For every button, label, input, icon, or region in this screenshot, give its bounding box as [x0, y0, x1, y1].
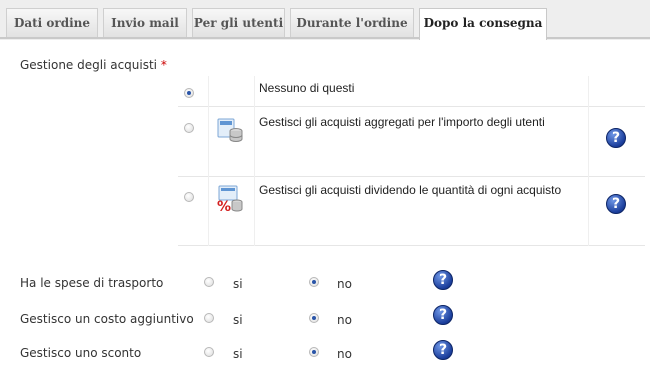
radio-discount-si[interactable] [204, 347, 214, 357]
database-stack-icon [216, 117, 244, 145]
percent-discount-icon: % [216, 184, 244, 215]
option-column-divider [208, 76, 209, 246]
option-label-aggregati: Gestisci gli acquisti aggregati per l'im… [259, 115, 545, 129]
option-divider [178, 245, 645, 246]
radio-additional-cost-si[interactable] [204, 313, 214, 323]
help-icon-discount[interactable]: ? [433, 340, 453, 360]
required-mark: * [160, 58, 167, 72]
option-label-nessuno: Nessuno di questi [259, 81, 355, 95]
tab-durante-ordine[interactable]: Durante l'ordine [290, 8, 414, 37]
tab-invio-mail[interactable]: Invio mail [103, 8, 187, 37]
help-icon-dividendo[interactable]: ? [606, 194, 626, 214]
radio-discount-no[interactable] [309, 347, 319, 357]
discount-label: Gestisco uno sconto [20, 346, 142, 360]
additional-cost-label: Gestisco un costo aggiuntivo [20, 312, 194, 326]
shipping-costs-label: Ha le spese di trasporto [20, 276, 164, 290]
additional-cost-no-label: no [337, 313, 352, 327]
radio-additional-cost-no[interactable] [309, 313, 319, 323]
option-column-divider [588, 76, 589, 246]
additional-cost-si-label: si [233, 313, 243, 327]
radio-aggregati[interactable] [184, 123, 194, 133]
tab-dati-ordine[interactable]: Dati ordine [6, 8, 98, 37]
discount-si-label: si [233, 347, 243, 361]
discount-no-label: no [337, 347, 352, 361]
tab-bar-divider [0, 37, 650, 39]
purchase-management-label-text: Gestione degli acquisti [20, 58, 158, 72]
option-divider [178, 106, 645, 107]
radio-dividendo[interactable] [184, 192, 194, 202]
purchase-management-label: Gestione degli acquisti * [20, 58, 167, 72]
radio-shipping-no[interactable] [309, 277, 319, 287]
tab-per-gli-utenti[interactable]: Per gli utenti [192, 8, 285, 37]
svg-text:%: % [217, 199, 231, 214]
help-icon-aggregati[interactable]: ? [606, 128, 626, 148]
help-icon-shipping[interactable]: ? [433, 270, 453, 290]
tab-dopo-la-consegna[interactable]: Dopo la consegna [419, 8, 547, 40]
option-column-divider [254, 76, 255, 246]
option-label-dividendo: Gestisci gli acquisti dividendo le quant… [259, 183, 562, 197]
radio-nessuno[interactable] [184, 88, 194, 98]
option-divider [178, 176, 645, 177]
shipping-si-label: si [233, 277, 243, 291]
radio-shipping-si[interactable] [204, 277, 214, 287]
help-icon-additional-cost[interactable]: ? [433, 305, 453, 325]
shipping-no-label: no [337, 277, 352, 291]
